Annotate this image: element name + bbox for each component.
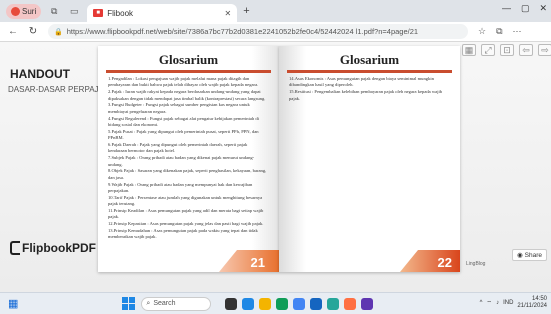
glossary-list: 1.Pengadilan : Lokasi pengajuan wajib pa…	[108, 76, 267, 241]
back-icon[interactable]: ←	[6, 26, 20, 37]
page-heading: Glosarium	[158, 52, 219, 67]
network-icon[interactable]: ⌔	[486, 299, 492, 307]
share-button[interactable]: ◉ Share	[512, 249, 547, 261]
page-corner-decoration	[219, 250, 279, 272]
taskbar-search[interactable]: ⌕ Search	[141, 296, 212, 311]
photos-icon[interactable]	[344, 297, 357, 310]
pdf-favicon-icon: ■	[93, 9, 104, 17]
extensions-icon[interactable]: ⧉	[496, 26, 502, 37]
more-menu-icon[interactable]: ⋯	[513, 26, 522, 37]
page-number: 21	[250, 255, 265, 270]
glossary-item: 13.Prinsip Kemudahan : Asas pemungutan p…	[108, 228, 258, 240]
page-heading: Glosarium	[339, 52, 400, 67]
page-number: 22	[437, 255, 452, 270]
maximize-icon[interactable]: ▢	[521, 3, 530, 14]
glossary-item: 3.Fungsi Budgeter : Fungsi pajak sebagai…	[108, 102, 250, 114]
profile-label: Suri	[22, 6, 37, 16]
language-indicator[interactable]: IND	[503, 300, 513, 306]
browser-tab-strip: Suri ⧉ ▭ ■ Flibook ✕ + — ▢ ✕	[0, 0, 551, 22]
prev-page-icon[interactable]: ⇦	[519, 44, 533, 56]
glossary-item: 7.Subjek Pajak : Orang pribadi atau bada…	[108, 155, 255, 167]
glossary-item: 6.Pajak Daerah : Pajak yang dipungut ole…	[108, 142, 248, 154]
glossary-item: 4.Fungsi Regulerend : Fungsi pajak sebag…	[108, 115, 259, 128]
clock[interactable]: 14:50 21/11/2024	[517, 296, 547, 310]
share-icon: ◉	[517, 252, 523, 259]
glossary-item: 9.Wajib Pajak : Orang pribadi atau badan…	[108, 181, 253, 194]
close-window-icon[interactable]: ✕	[539, 3, 547, 14]
file-explorer-icon[interactable]	[259, 297, 272, 310]
favorite-star-icon[interactable]: ☆	[478, 26, 486, 37]
glossary-item: 10.Tarif Pajak : Persentase atau jumlah …	[108, 194, 263, 207]
task-view-icon[interactable]	[225, 297, 238, 310]
new-tab-button[interactable]: +	[243, 5, 249, 17]
address-bar-row: ← ↻ 🔒 https://www.flipbookpdf.net/web/si…	[0, 22, 551, 42]
chrome-icon[interactable]	[276, 297, 289, 310]
system-tray: ^ ⌔ ♪ IND 14:50 21/11/2024	[480, 296, 547, 310]
flipbookpdf-logo[interactable]: FlipbookPDF	[10, 241, 96, 255]
widgets-icon[interactable]: ▦	[8, 297, 18, 310]
watermark-text: LingBlog	[466, 261, 486, 267]
app-icon[interactable]	[327, 297, 340, 310]
profile-avatar	[11, 6, 20, 16]
tab-title: Flibook	[107, 8, 134, 18]
window-controls: — ▢ ✕	[502, 3, 547, 14]
glossary-item: 2.Pajak : Iuran wajib rakyat kepada nega…	[108, 89, 266, 101]
glossary-list: 14.Asas Ekonomis : Asas pemungutan pajak…	[289, 76, 448, 102]
fullscreen-icon[interactable]: ⤢	[481, 44, 495, 56]
logo-mark-icon	[10, 241, 20, 255]
clock-date: 21/11/2024	[517, 303, 547, 309]
taskbar-apps	[225, 297, 374, 310]
search-placeholder: Search	[153, 300, 176, 307]
flipbook-viewer: HANDOUT DASAR-DASAR PERPAJAK ▦ ⤢ ⊡ ⇦ ⇨ G…	[0, 42, 551, 292]
workspace-icon[interactable]: ⧉	[47, 4, 61, 18]
clock-time: 14:50	[531, 296, 547, 302]
address-bar[interactable]: 🔒 https://www.flipbookpdf.net/web/site/7…	[48, 24, 468, 39]
book-page-right[interactable]: Glosarium 14.Asas Ekonomis : Asas pemung…	[279, 46, 460, 272]
teams-icon[interactable]	[361, 297, 374, 310]
os-taskbar: ▦ ⌕ Search ^ ⌔ ♪ IND 14:50 21/11/2024	[0, 292, 551, 314]
viewer-controls: ▦ ⤢ ⊡ ⇦ ⇨	[462, 44, 551, 56]
lock-icon[interactable]: 🔒	[54, 28, 63, 36]
heading-band	[287, 70, 452, 73]
edge-icon[interactable]	[242, 297, 255, 310]
search-icon: ⌕	[146, 299, 151, 307]
profile-button[interactable]: Suri	[6, 3, 42, 19]
browser-tab-active[interactable]: ■ Flibook ✕	[87, 4, 238, 22]
share-label: Share	[524, 252, 542, 259]
open-book: Glosarium 1.Pengadilan : Lokasi pengajua…	[98, 46, 460, 272]
tab-actions-icon[interactable]: ▭	[67, 4, 81, 18]
book-page-left[interactable]: Glosarium 1.Pengadilan : Lokasi pengajua…	[98, 46, 279, 272]
logo-text: FlipbookPDF	[22, 241, 96, 255]
volume-icon[interactable]: ♪	[496, 300, 499, 306]
thumbnails-icon[interactable]: ▦	[462, 44, 476, 56]
chevron-up-icon[interactable]: ^	[480, 300, 483, 306]
heading-band	[106, 70, 271, 73]
minimize-icon[interactable]: —	[502, 3, 511, 14]
refresh-icon[interactable]: ↻	[26, 26, 40, 37]
url-text: https://www.flipbookpdf.net/web/site/738…	[66, 27, 419, 36]
glossary-item: 5.Pajak Pusat : Pajak yang dipungut oleh…	[108, 128, 259, 141]
store-icon[interactable]	[293, 297, 306, 310]
windows-start-icon[interactable]	[122, 297, 136, 310]
next-page-icon[interactable]: ⇨	[538, 44, 551, 56]
glossary-item: 12.Prinsip Kepastian : Asas pemungutan p…	[108, 221, 264, 227]
tab-close-icon[interactable]: ✕	[225, 9, 232, 18]
glossary-item: 11.Prinsip Keadilan : Asas pemungutan pa…	[108, 208, 264, 220]
zoom-icon[interactable]: ⊡	[500, 44, 514, 56]
handout-subtitle: DASAR-DASAR PERPAJAK	[8, 85, 110, 94]
glossary-item: 14.Asas Ekonomis : Asas pemungutan pajak…	[289, 76, 434, 88]
glossary-item: 15.Restitusi : Pengembalian kelebihan pe…	[289, 89, 443, 101]
glossary-item: 8.Objek Pajak : Sasaran yang dikenakan p…	[108, 168, 267, 180]
glossary-item: 1.Pengadilan : Lokasi pengajuan wajib pa…	[108, 76, 259, 88]
handout-title: HANDOUT	[10, 67, 70, 81]
word-icon[interactable]	[310, 297, 323, 310]
